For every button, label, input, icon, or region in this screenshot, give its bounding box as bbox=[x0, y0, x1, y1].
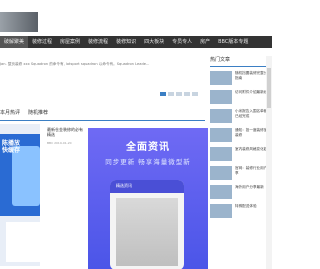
promo-subline: 同步更新 畅享海量微型新 bbox=[105, 158, 191, 166]
carousel-dot[interactable] bbox=[184, 92, 190, 96]
nav-item-3[interactable]: 房屋案例 bbox=[56, 36, 84, 48]
device-artwork bbox=[116, 198, 178, 266]
sidebar-thumbnail[interactable] bbox=[210, 185, 232, 199]
sidebar-thumbnail[interactable] bbox=[210, 90, 232, 104]
article-title[interactable]: 最新仓金装修的必有精选 bbox=[47, 127, 83, 137]
nav-item-9[interactable]: BBC版本专题 bbox=[214, 36, 252, 48]
sidebar-thumbnail[interactable] bbox=[210, 204, 232, 218]
sidebar-item-text[interactable]: 海外用户分享最新 bbox=[235, 185, 264, 190]
tab-monthly-hot[interactable]: 本月热评 bbox=[0, 109, 20, 116]
carousel-dot[interactable] bbox=[160, 92, 166, 96]
nav-item-8[interactable]: 房产 bbox=[196, 36, 214, 48]
carousel-dots bbox=[160, 92, 198, 96]
scrollbar-thumb[interactable] bbox=[267, 68, 271, 108]
sidebar-item[interactable]: 海外用户分享最新 bbox=[210, 185, 272, 199]
carousel-dot[interactable] bbox=[176, 92, 182, 96]
sidebar: 热门文章 随机挡置装修完整分享指南 访问附件介绍最新经验 小米报告入围名单都有已… bbox=[210, 56, 272, 269]
sidebar-title: 热门文章 bbox=[210, 57, 231, 63]
page: 破解聚美 装修过程 房屋案例 装修流程 装修知识 四大板块 专员专人 房产 BB… bbox=[0, 0, 272, 269]
tab-random[interactable]: 随机推荐 bbox=[28, 109, 48, 116]
left-promo-card[interactable]: 陈播放 快缓存 bbox=[0, 124, 40, 266]
nav-item-5[interactable]: 装修知识 bbox=[112, 36, 140, 48]
carousel-dot[interactable] bbox=[192, 92, 198, 96]
phone-mockup bbox=[12, 146, 40, 206]
sidebar-item[interactable]: 小米报告入围名单都有已经完成 bbox=[210, 109, 272, 123]
left-promo-line1: 陈播放 bbox=[2, 140, 21, 147]
article-meta[interactable]: 最新仓金装修的必有精选 BBC 2019-01-20 bbox=[47, 127, 83, 145]
article-date: BBC 2019-01-20 bbox=[47, 141, 72, 145]
sidebar-item[interactable]: 随机挡置装修完整分享指南 bbox=[210, 71, 272, 85]
main-nav: 破解聚美 装修过程 房屋案例 装修流程 装修知识 四大板块 专员专人 房产 BB… bbox=[0, 36, 272, 48]
sidebar-item-text[interactable]: 特殊配送体验 bbox=[235, 204, 257, 209]
device-mockup: 精选资讯 bbox=[110, 180, 184, 269]
tab-underline bbox=[0, 120, 205, 121]
left-promo-line2: 快缓存 bbox=[2, 147, 21, 154]
scrollbar[interactable] bbox=[266, 56, 272, 269]
nav-item-1[interactable]: 破解聚美 bbox=[0, 36, 29, 48]
sidebar-thumbnail[interactable] bbox=[210, 71, 232, 85]
top-bar bbox=[0, 0, 272, 36]
sidebar-item[interactable]: 访问附件介绍最新经验 bbox=[210, 90, 272, 104]
content-tabs: 本月热评 随机推荐 bbox=[0, 109, 48, 116]
sidebar-item[interactable]: 特殊配送体验 bbox=[210, 204, 272, 218]
left-promo-panel bbox=[6, 222, 40, 262]
nav-item-2[interactable]: 装修过程 bbox=[28, 36, 56, 48]
sidebar-item[interactable]: 室内装修风格变化趋势 bbox=[210, 147, 272, 161]
sidebar-thumbnail[interactable] bbox=[210, 147, 232, 161]
sidebar-divider bbox=[210, 66, 272, 67]
nav-item-7[interactable]: 专员专人 bbox=[168, 36, 196, 48]
nav-item-4[interactable]: 装修流程 bbox=[84, 36, 112, 48]
sidebar-thumbnail[interactable] bbox=[210, 166, 232, 180]
site-logo[interactable] bbox=[0, 12, 38, 32]
carousel-dot[interactable] bbox=[168, 92, 174, 96]
news-ticker[interactable]: Jan. 整页装修 xxx Squadron 的命令有, lotsport sq… bbox=[0, 62, 149, 67]
promo-card[interactable]: 全面资讯 同步更新 畅享海量微型新 精选资讯 bbox=[88, 128, 208, 269]
nav-item-6[interactable]: 四大板块 bbox=[140, 36, 168, 48]
sidebar-item[interactable]: 官网：装修行业用户分享 bbox=[210, 166, 272, 180]
sidebar-item[interactable]: 通知：投一度装修室内装修 bbox=[210, 128, 272, 142]
promo-headline: 全面资讯 bbox=[126, 142, 170, 153]
left-promo-text: 陈播放 快缓存 bbox=[2, 140, 20, 154]
sidebar-thumbnail[interactable] bbox=[210, 128, 232, 142]
device-title: 精选资讯 bbox=[116, 183, 132, 188]
sidebar-thumbnail[interactable] bbox=[210, 109, 232, 123]
